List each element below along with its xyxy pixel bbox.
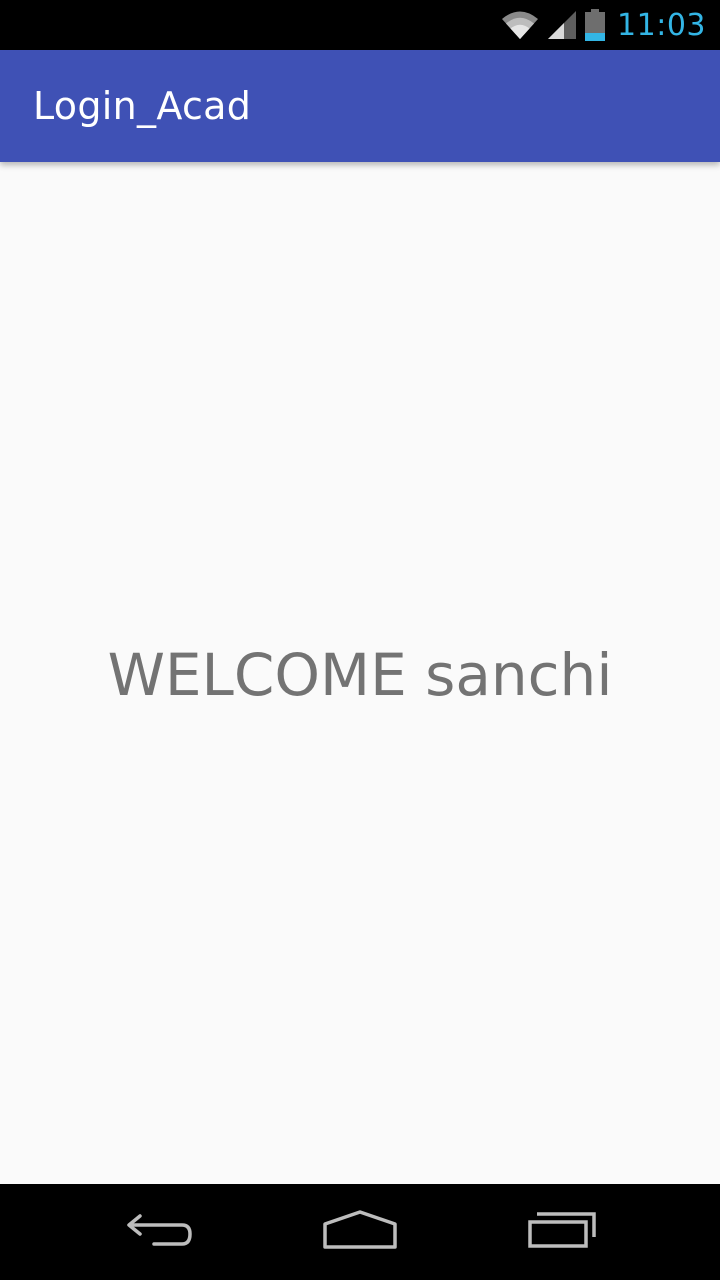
navigation-bar (0, 1184, 720, 1280)
app-bar: Login_Acad (0, 50, 720, 162)
home-icon (322, 1210, 398, 1254)
cell-signal-icon (547, 10, 577, 40)
screen: 11:03 Login_Acad WELCOME sanchi (0, 0, 720, 1280)
home-button[interactable] (300, 1184, 420, 1280)
status-bar: 11:03 (0, 0, 720, 50)
app-title: Login_Acad (33, 84, 252, 128)
welcome-message: WELCOME sanchi (107, 641, 613, 709)
battery-icon (585, 9, 606, 41)
back-button[interactable] (100, 1184, 220, 1280)
wifi-icon (501, 10, 539, 40)
main-content: WELCOME sanchi (0, 162, 720, 1184)
recents-button[interactable] (502, 1184, 622, 1280)
status-time: 11:03 (617, 7, 706, 43)
back-icon (126, 1212, 194, 1252)
status-icons: 11:03 (501, 0, 706, 50)
recents-icon (527, 1211, 597, 1253)
